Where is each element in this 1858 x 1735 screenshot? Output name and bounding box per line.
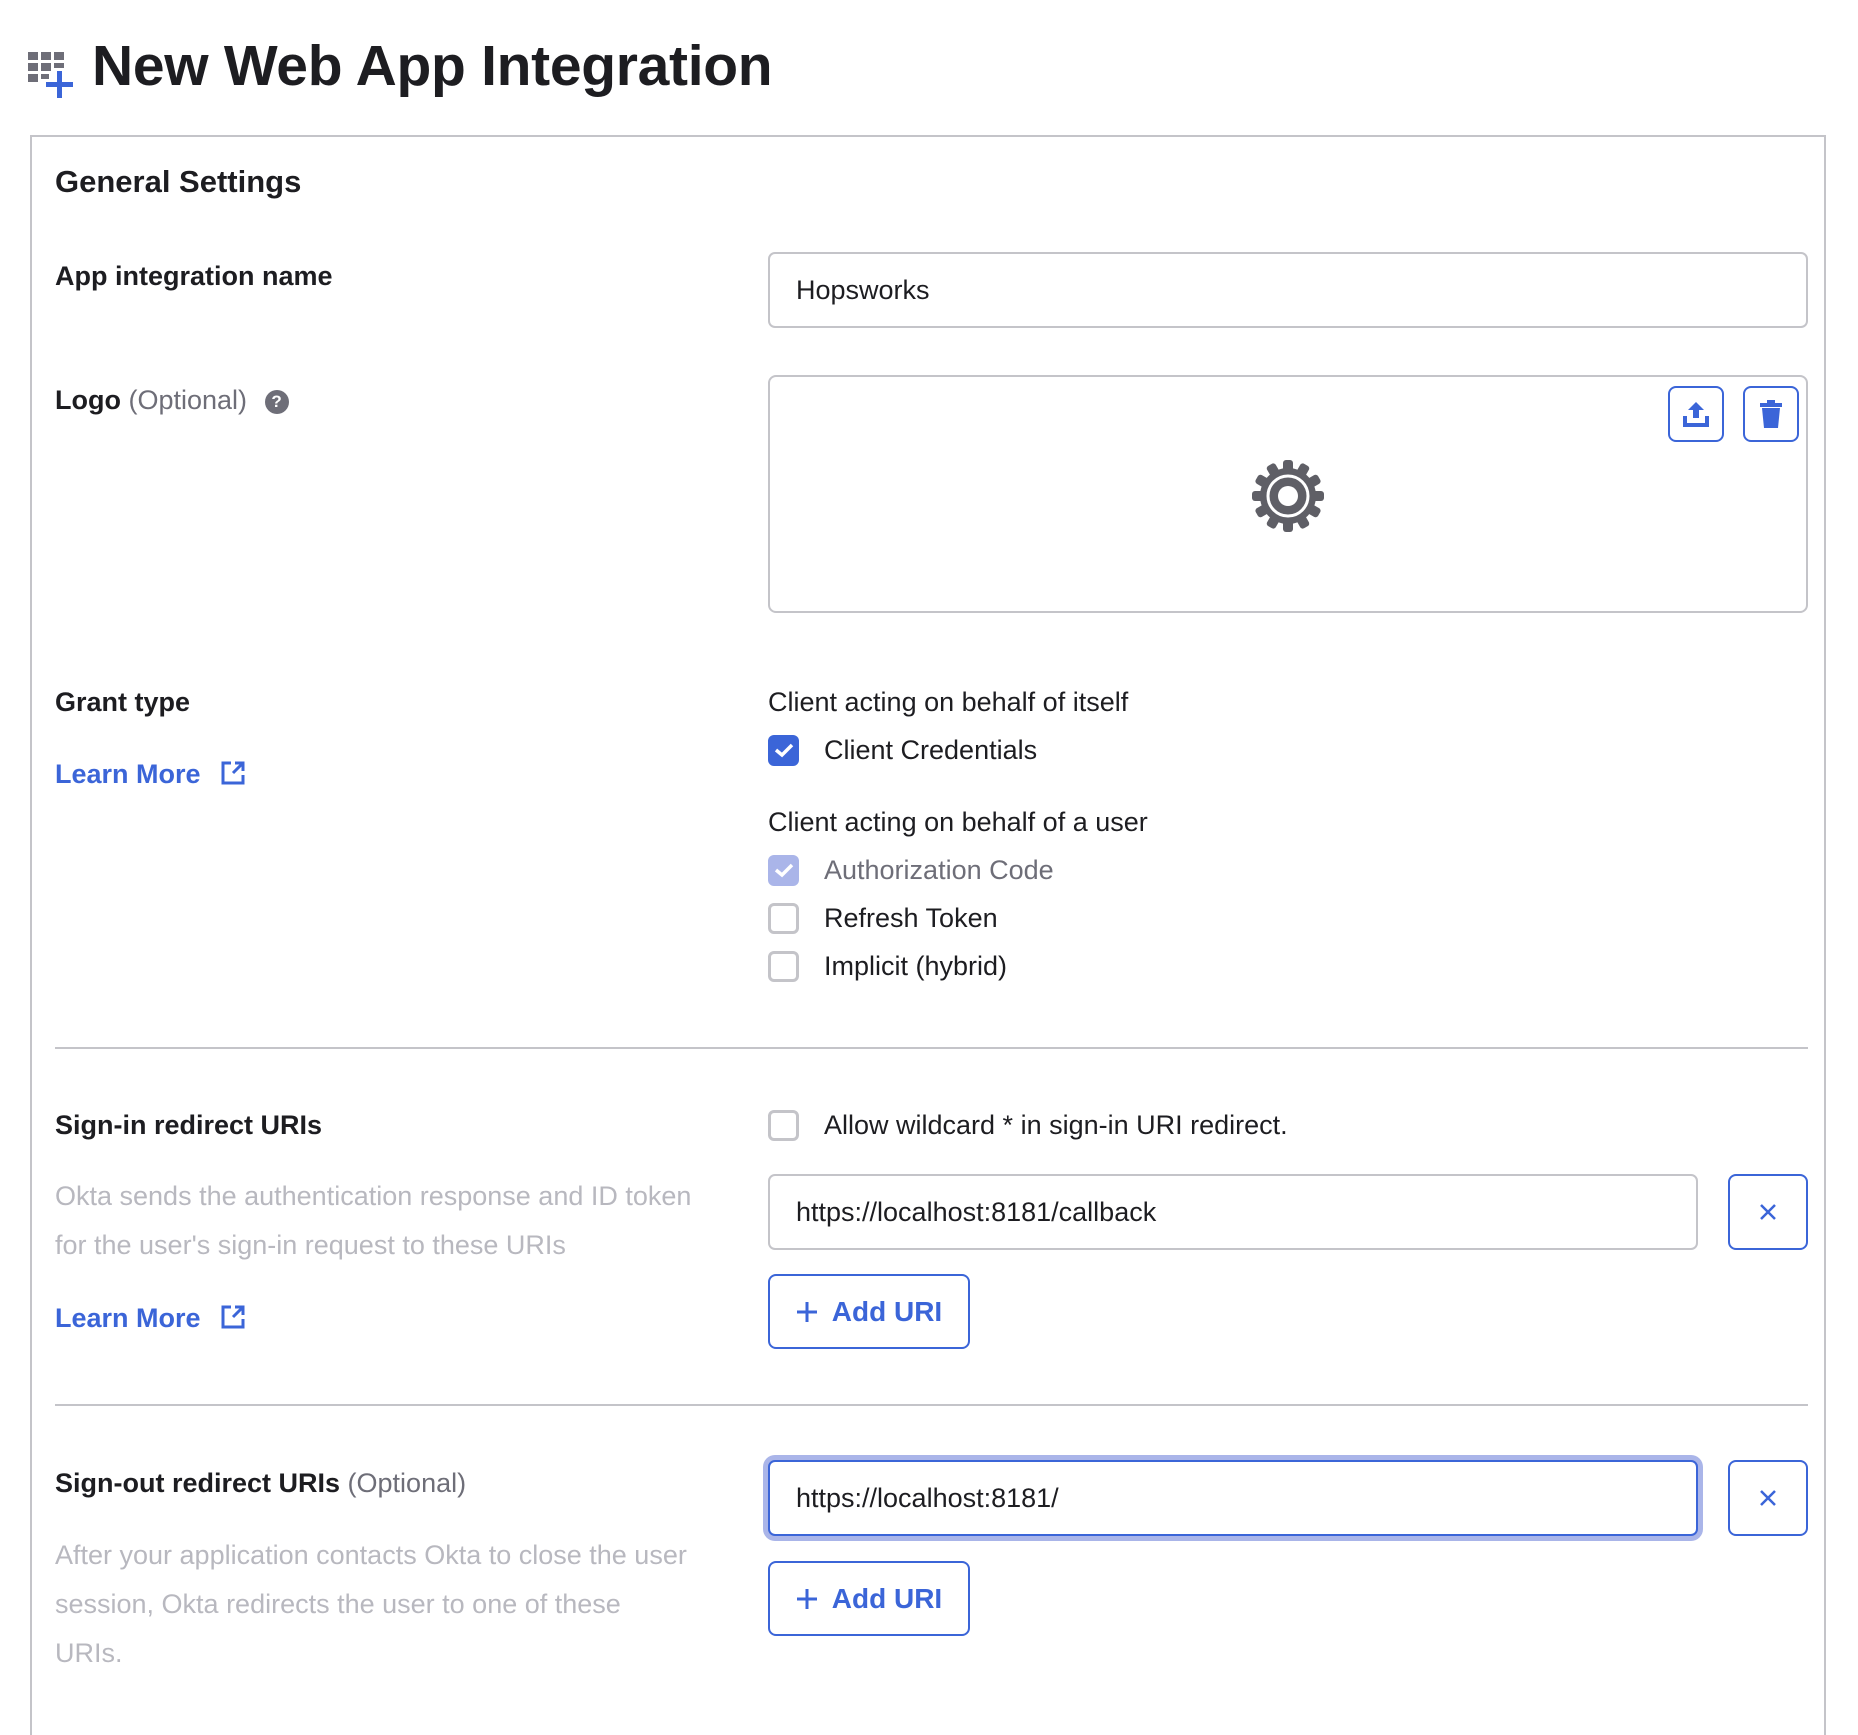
upload-logo-button[interactable] (1668, 386, 1724, 442)
checkbox-label: Client Credentials (824, 735, 1038, 765)
add-sign-in-uri-button[interactable]: Add URI (768, 1274, 970, 1349)
sign-out-optional: (Optional) (347, 1468, 467, 1498)
app-name-label: App integration name (55, 261, 333, 291)
close-icon (1760, 1204, 1776, 1220)
add-sign-out-uri-button[interactable]: Add URI (768, 1561, 970, 1636)
learn-more-text: Learn More (55, 759, 201, 789)
logo-label-text: Logo (55, 385, 121, 415)
app-name-value: Hopsworks (796, 275, 930, 305)
plus-icon (796, 1588, 817, 1609)
sign-in-uri-value: https://localhost:8181/callback (796, 1197, 1157, 1227)
checkbox-client-credentials[interactable]: Client Credentials (768, 732, 1037, 768)
section-title: General Settings (55, 164, 302, 199)
checkbox-label: Implicit (hybrid) (824, 951, 1008, 981)
sign-in-label: Sign-in redirect URIs (55, 1110, 323, 1140)
checkbox-refresh-token[interactable]: Refresh Token (768, 900, 998, 936)
sign-in-uri-input[interactable]: https://localhost:8181/callback (768, 1174, 1698, 1250)
grant-group-user: Client acting on behalf of a user (768, 807, 1148, 837)
checkbox-unchecked[interactable] (768, 1109, 799, 1141)
remove-sign-in-uri-button[interactable] (1728, 1174, 1808, 1250)
checkbox-checked[interactable] (768, 734, 799, 766)
section-divider (55, 1404, 1808, 1406)
section-divider (55, 1047, 1808, 1049)
external-link-icon (221, 1305, 245, 1329)
checkbox-unchecked[interactable] (768, 950, 799, 982)
grant-type-label: Grant type (55, 687, 191, 717)
gear-icon (1250, 458, 1326, 539)
sign-out-uri-input[interactable]: https://localhost:8181/ (768, 1460, 1698, 1536)
check-icon (774, 743, 793, 758)
external-link-icon (221, 761, 245, 785)
checkbox-label: Allow wildcard * in sign-in URI redirect… (824, 1110, 1288, 1140)
upload-icon (1683, 402, 1709, 427)
sign-out-label: Sign-out redirect URIs (Optional) (55, 1465, 466, 1501)
close-icon (1760, 1490, 1776, 1506)
plus-icon (796, 1301, 817, 1322)
grant-group-itself: Client acting on behalf of itself (768, 687, 1129, 717)
logo-label: Logo (Optional) ? (55, 382, 289, 418)
add-uri-label: Add URI (831, 1295, 943, 1327)
add-uri-label: Add URI (831, 1582, 943, 1614)
grant-type-learn-more-link[interactable]: Learn More (55, 756, 246, 792)
checkbox-label: Refresh Token (824, 903, 998, 933)
checkbox-allow-wildcard[interactable]: Allow wildcard * in sign-in URI redirect… (768, 1107, 1288, 1143)
checkbox-implicit-hybrid[interactable]: Implicit (hybrid) (768, 948, 1007, 984)
sign-out-label-text: Sign-out redirect URIs (55, 1468, 341, 1498)
remove-sign-out-uri-button[interactable] (1728, 1460, 1808, 1536)
checkbox-unchecked[interactable] (768, 902, 799, 934)
logo-optional: (Optional) (128, 385, 248, 415)
learn-more-text: Learn More (55, 1303, 201, 1333)
trash-icon (1760, 400, 1782, 428)
checkbox-label: Authorization Code (824, 855, 1054, 885)
help-icon[interactable]: ? (264, 390, 289, 414)
sign-out-uri-value: https://localhost:8181/ (796, 1483, 1059, 1513)
sign-in-description: Okta sends the authentication response a… (55, 1181, 692, 1260)
sign-in-learn-more-link[interactable]: Learn More (55, 1300, 246, 1336)
checkbox-checked-disabled (768, 854, 799, 886)
checkbox-authorization-code: Authorization Code (768, 852, 1054, 888)
check-icon (774, 863, 793, 878)
delete-logo-button[interactable] (1743, 386, 1799, 442)
sign-out-description: After your application contacts Okta to … (55, 1540, 687, 1668)
app-name-input[interactable]: Hopsworks (768, 252, 1808, 328)
page-title: New Web App Integration (92, 34, 773, 98)
app-grid-plus-icon (28, 52, 80, 98)
